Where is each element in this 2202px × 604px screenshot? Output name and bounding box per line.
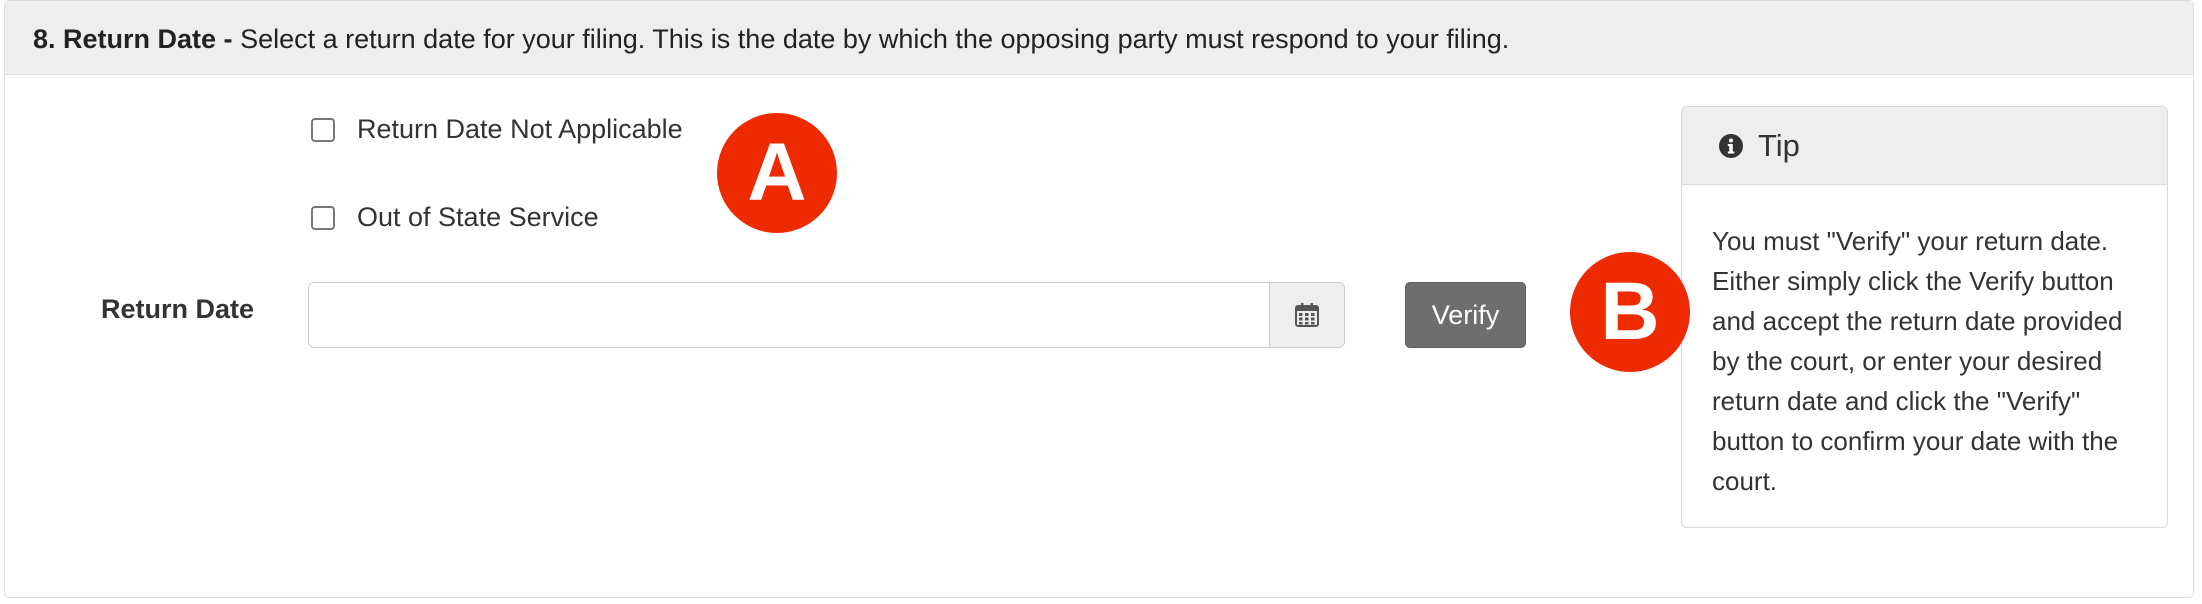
- section-title: 8. Return Date -: [33, 24, 233, 54]
- info-circle-icon: [1719, 133, 1743, 158]
- tip-body: You must "Verify" your return date. Eith…: [1712, 226, 2123, 496]
- return-date-input-group: [308, 282, 1345, 348]
- return-date-not-applicable-checkbox[interactable]: [311, 117, 335, 142]
- return-date-input[interactable]: [309, 283, 1269, 347]
- return-date-not-applicable-label[interactable]: Return Date Not Applicable: [357, 114, 683, 145]
- tip-heading: Tip: [1682, 107, 2167, 185]
- calendar-button[interactable]: [1269, 283, 1344, 347]
- checkbox-return-date-not-applicable[interactable]: Return Date Not Applicable: [311, 114, 683, 145]
- section-description: Select a return date for your filing. Th…: [240, 24, 1510, 54]
- section-heading-text: 8. Return Date - Select a return date fo…: [33, 23, 1509, 55]
- return-date-label: Return Date: [101, 294, 255, 324]
- checkbox-out-of-state-service[interactable]: Out of State Service: [311, 202, 599, 233]
- verify-button[interactable]: Verify: [1405, 282, 1526, 348]
- out-of-state-service-checkbox[interactable]: [311, 205, 335, 230]
- marker-a-badge: A: [717, 113, 837, 233]
- calendar-icon: [1295, 303, 1319, 327]
- out-of-state-service-label[interactable]: Out of State Service: [357, 202, 599, 233]
- tip-box: Tip You must "Verify" your return date. …: [1681, 106, 2168, 528]
- tip-title: Tip: [1758, 127, 1800, 163]
- marker-b-badge: B: [1570, 252, 1690, 372]
- section-heading: 8. Return Date - Select a return date fo…: [5, 1, 2193, 75]
